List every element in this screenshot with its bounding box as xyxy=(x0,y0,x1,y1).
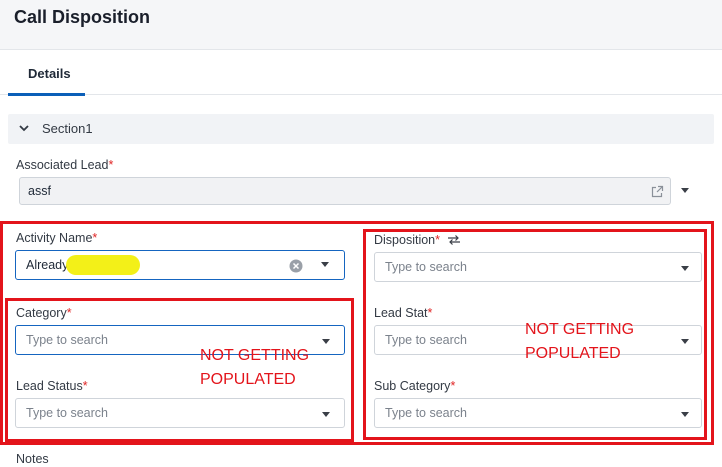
sub-category-dropdown-icon[interactable] xyxy=(681,412,689,417)
tab-bar: Details xyxy=(0,50,722,96)
activity-name-field[interactable]: Already xyxy=(15,250,345,280)
tab-details-label: Details xyxy=(28,66,71,81)
required-marker: * xyxy=(450,379,456,393)
category-dropdown-icon[interactable] xyxy=(322,339,330,344)
lead-stat-label-text: Lead Stat xyxy=(374,306,428,320)
disposition-label: Disposition* xyxy=(374,233,440,247)
lead-status-dropdown-icon[interactable] xyxy=(322,412,330,417)
required-marker: * xyxy=(82,379,88,393)
annotation-right-line2: POPULATED xyxy=(525,345,621,362)
activity-name-value: Already xyxy=(26,258,69,272)
open-external-icon[interactable] xyxy=(651,185,664,198)
category-label-text: Category xyxy=(16,306,67,320)
disposition-field[interactable]: Type to search xyxy=(374,252,702,282)
annotation-left-line1: NOT GETTING xyxy=(200,347,310,364)
disposition-placeholder: Type to search xyxy=(385,260,467,274)
required-marker: * xyxy=(92,231,98,245)
category-label: Category* xyxy=(16,306,72,320)
annotation-left-text: NOT GETTING POPULATED xyxy=(200,344,309,392)
associated-lead-label-text: Associated Lead xyxy=(16,158,109,172)
activity-name-label-text: Activity Name xyxy=(16,231,93,245)
disposition-label-text: Disposition xyxy=(374,233,436,247)
lead-status-field[interactable]: Type to search xyxy=(15,398,345,428)
active-tab-indicator xyxy=(8,93,85,96)
annotation-right-line1: NOT GETTING xyxy=(525,321,635,338)
required-marker: * xyxy=(66,306,72,320)
associated-lead-field[interactable]: assf xyxy=(19,177,671,205)
sub-category-placeholder: Type to search xyxy=(385,406,467,420)
activity-name-label: Activity Name* xyxy=(16,231,97,245)
lead-stat-dropdown-icon[interactable] xyxy=(681,339,689,344)
dependency-link-icon xyxy=(448,235,460,245)
redaction-highlight xyxy=(66,255,140,275)
required-marker: * xyxy=(435,233,441,247)
annotation-left-line2: POPULATED xyxy=(200,371,296,388)
lead-status-label: Lead Status* xyxy=(16,379,88,393)
sub-category-label-text: Sub Category xyxy=(374,379,451,393)
sub-category-field[interactable]: Type to search xyxy=(374,398,702,428)
associated-lead-value: assf xyxy=(28,184,51,198)
activity-name-dropdown-icon[interactable] xyxy=(321,262,329,267)
disposition-dropdown-icon[interactable] xyxy=(681,266,689,271)
lead-status-placeholder: Type to search xyxy=(26,406,108,420)
annotation-right-text: NOT GETTING POPULATED xyxy=(525,318,634,366)
associated-lead-label: Associated Lead* xyxy=(16,158,113,172)
lead-status-label-text: Lead Status xyxy=(16,379,83,393)
required-marker: * xyxy=(427,306,433,320)
required-marker: * xyxy=(108,158,114,172)
page-header: Call Disposition xyxy=(0,0,722,50)
lead-stat-placeholder: Type to search xyxy=(385,333,467,347)
clear-icon[interactable] xyxy=(289,259,303,273)
lead-stat-label: Lead Stat* xyxy=(374,306,432,320)
chevron-down-icon xyxy=(19,125,29,132)
section-title: Section1 xyxy=(42,121,93,136)
associated-lead-dropdown-icon[interactable] xyxy=(681,188,689,193)
section-header[interactable]: Section1 xyxy=(8,114,714,144)
tab-details[interactable]: Details xyxy=(8,50,85,96)
category-placeholder: Type to search xyxy=(26,333,108,347)
page-title: Call Disposition xyxy=(14,7,151,27)
notes-label: Notes xyxy=(16,452,49,466)
sub-category-label: Sub Category* xyxy=(374,379,455,393)
